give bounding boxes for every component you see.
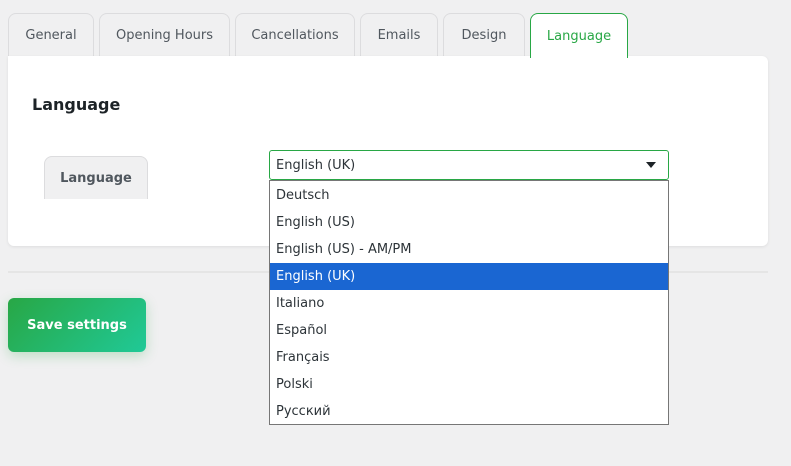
language-select-value: English (UK) [276, 157, 356, 173]
language-dropdown-list: Deutsch English (US) English (US) - AM/P… [269, 180, 669, 425]
tab-language[interactable]: Language [530, 13, 628, 58]
chevron-down-icon [646, 162, 656, 168]
option-english-us-ampm[interactable]: English (US) - AM/PM [270, 236, 668, 263]
option-deutsch[interactable]: Deutsch [270, 182, 668, 209]
option-english-uk[interactable]: English (UK) [270, 263, 668, 290]
tab-general[interactable]: General [8, 13, 94, 57]
tab-emails[interactable]: Emails [360, 13, 438, 57]
tab-cancellations[interactable]: Cancellations [235, 13, 355, 57]
option-russian[interactable]: Русский [270, 398, 668, 425]
subtab-language[interactable]: Language [44, 156, 148, 199]
option-polski[interactable]: Polski [270, 371, 668, 398]
section-title: Language [32, 95, 121, 114]
option-francais[interactable]: Français [270, 344, 668, 371]
tab-design[interactable]: Design [443, 13, 525, 57]
save-settings-button[interactable]: Save settings [8, 298, 146, 352]
option-espanol[interactable]: Español [270, 317, 668, 344]
option-english-us[interactable]: English (US) [270, 209, 668, 236]
option-italiano[interactable]: Italiano [270, 290, 668, 317]
tab-opening-hours[interactable]: Opening Hours [99, 13, 230, 57]
language-select[interactable]: English (UK) [269, 150, 669, 180]
